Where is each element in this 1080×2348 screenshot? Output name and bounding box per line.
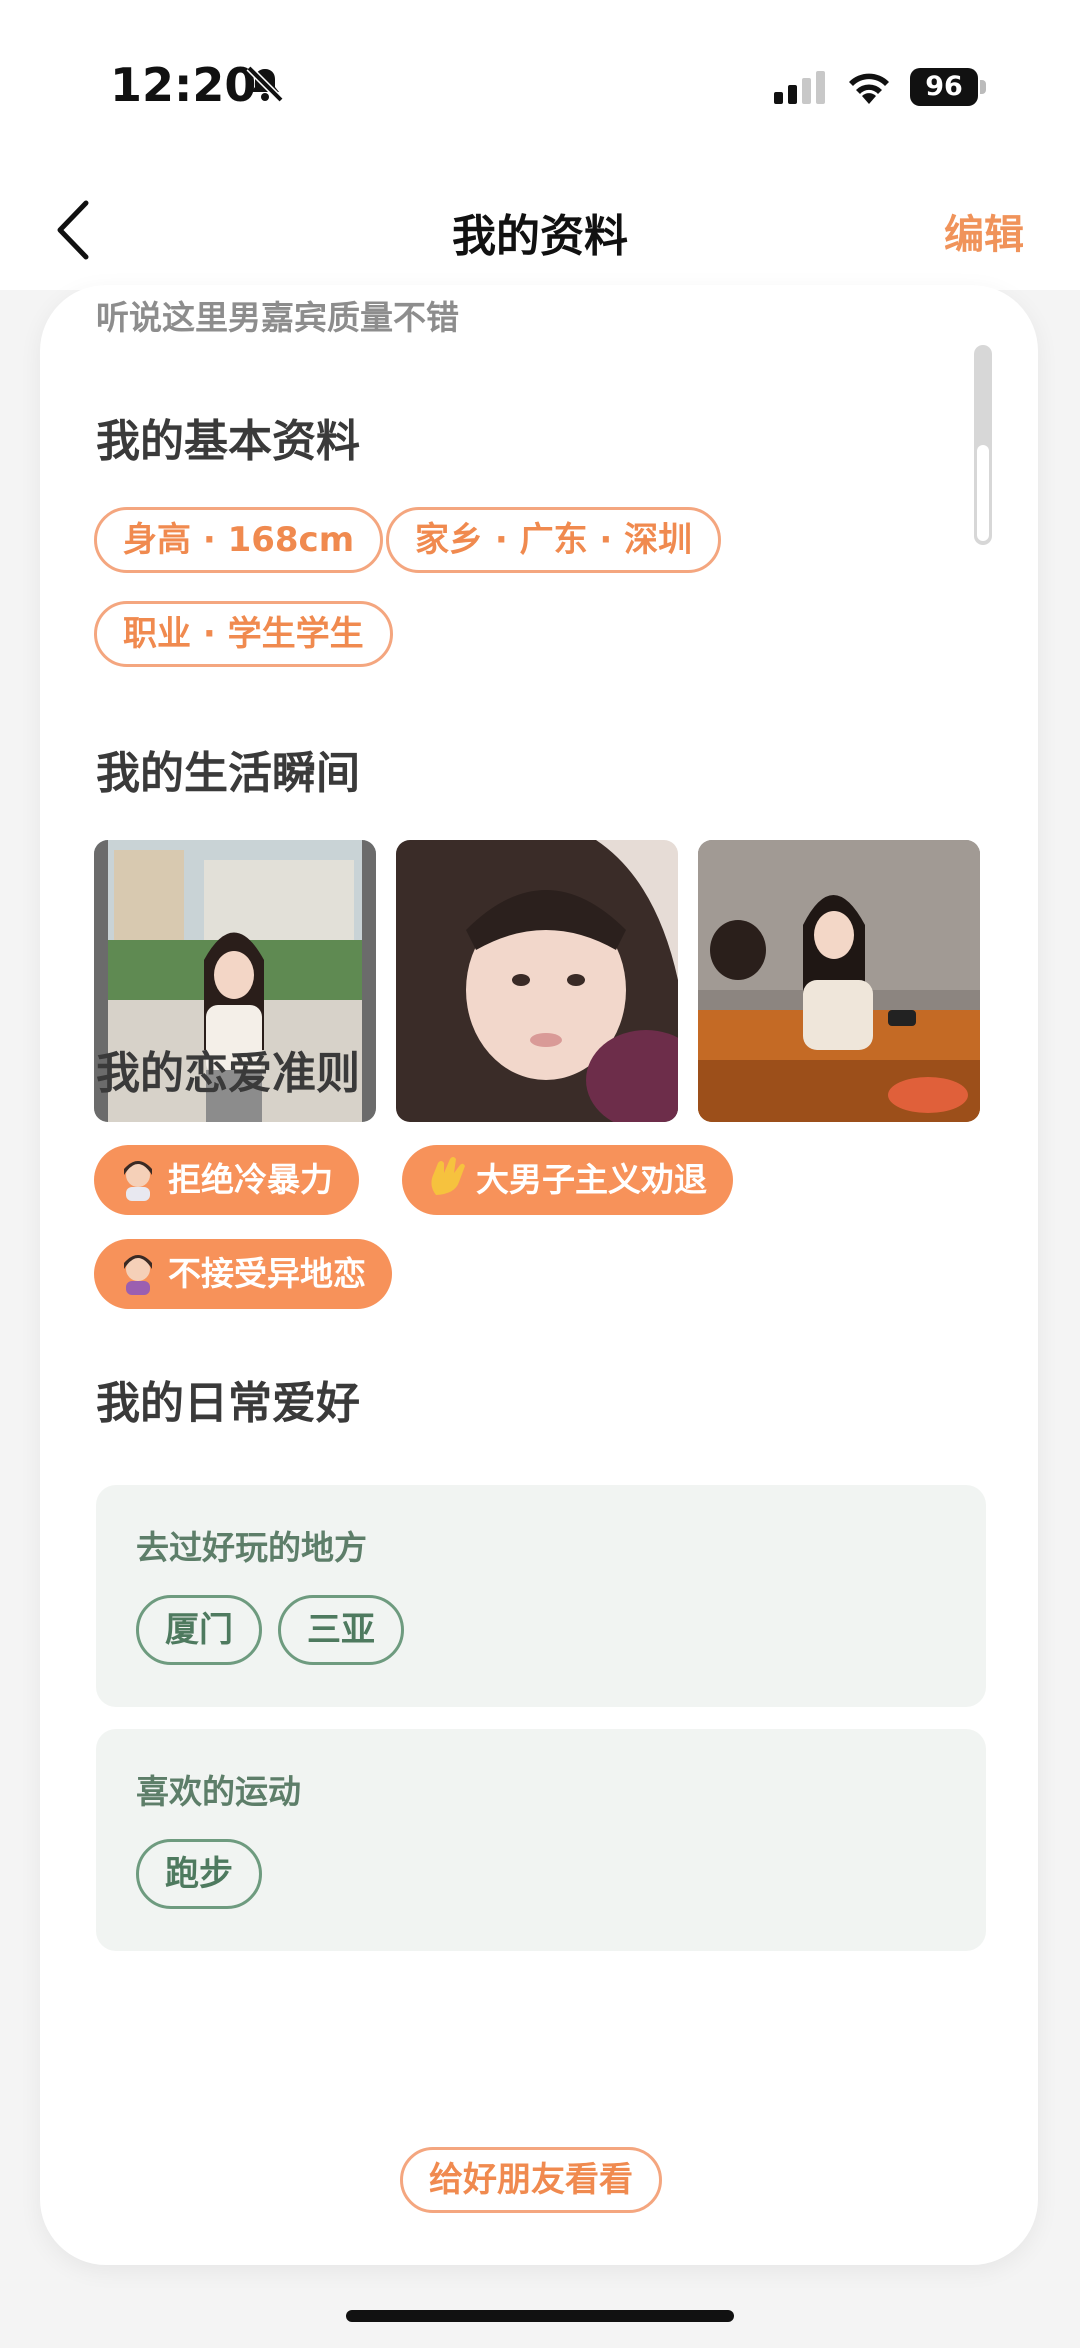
- life-photo-2[interactable]: [396, 840, 678, 1122]
- edit-button[interactable]: 编辑: [944, 202, 1024, 260]
- hobby-group-sports: 喜欢的运动 跑步: [96, 1729, 986, 1951]
- bell-muted-icon: [246, 65, 284, 103]
- rule-tag-label-3: 不接受异地恋: [168, 1254, 366, 1293]
- life-moments-title: 我的生活瞬间: [96, 748, 360, 799]
- battery-indicator: 96: [910, 68, 988, 106]
- hobbies-title: 我的日常爱好: [96, 1378, 360, 1429]
- rule-tag-no-long-distance: 不接受异地恋: [94, 1239, 392, 1309]
- photo-3-image: [698, 840, 980, 1122]
- life-photo-3[interactable]: [698, 840, 980, 1122]
- profile-card[interactable]: 听说这里男嘉宾质量不错 我的基本资料 身高 · 168cm 家乡 · 广东 · …: [40, 285, 1038, 2265]
- hobby-group-title-places: 去过好玩的地方: [136, 1528, 367, 1567]
- photo-2-image: [396, 840, 678, 1122]
- rule-tag-label-1: 拒绝冷暴力: [168, 1160, 333, 1199]
- basic-tag-occupation: 职业 · 学生学生: [94, 601, 393, 667]
- scrollbar[interactable]: [974, 345, 992, 545]
- scrollbar-thumb[interactable]: [977, 445, 989, 541]
- waving-hand-emoji-icon: [431, 1156, 465, 1195]
- person-facepalm-emoji-icon: [124, 1254, 152, 1295]
- hobby-tag-running: 跑步: [136, 1839, 262, 1909]
- basic-tag-height: 身高 · 168cm: [94, 507, 384, 573]
- hobby-group-places: 去过好玩的地方 厦门 三亚: [96, 1485, 986, 1707]
- share-with-friends-button[interactable]: 给好朋友看看: [400, 2147, 662, 2213]
- battery-level: 96: [910, 68, 978, 106]
- love-rules-title: 我的恋爱准则: [96, 1048, 360, 1099]
- cellular-signal-icon: [774, 71, 825, 104]
- basic-info-title: 我的基本资料: [96, 416, 360, 467]
- basic-tag-hometown: 家乡 · 广东 · 深圳: [386, 507, 722, 573]
- person-gesturing-no-emoji-icon: [124, 1160, 152, 1201]
- nav-bar: 我的资料 编辑: [0, 170, 1080, 290]
- intro-text: 听说这里男嘉宾质量不错: [96, 298, 459, 337]
- wifi-icon: [849, 73, 889, 104]
- status-time: 12:20: [110, 58, 257, 112]
- home-indicator[interactable]: [346, 2310, 734, 2322]
- hobby-tag-xiamen: 厦门: [136, 1595, 262, 1665]
- page-title: 我的资料: [452, 211, 628, 262]
- rule-tag-no-cold-violence: 拒绝冷暴力: [94, 1145, 359, 1215]
- rule-tag-no-chauvinism: 大男子主义劝退: [402, 1145, 733, 1215]
- hobby-tag-sanya: 三亚: [278, 1595, 404, 1665]
- rule-tag-label-2: 大男子主义劝退: [476, 1160, 707, 1199]
- status-bar: 12:20 96: [0, 0, 1080, 170]
- battery-tip: [980, 80, 986, 94]
- hobby-group-title-sports: 喜欢的运动: [136, 1772, 301, 1811]
